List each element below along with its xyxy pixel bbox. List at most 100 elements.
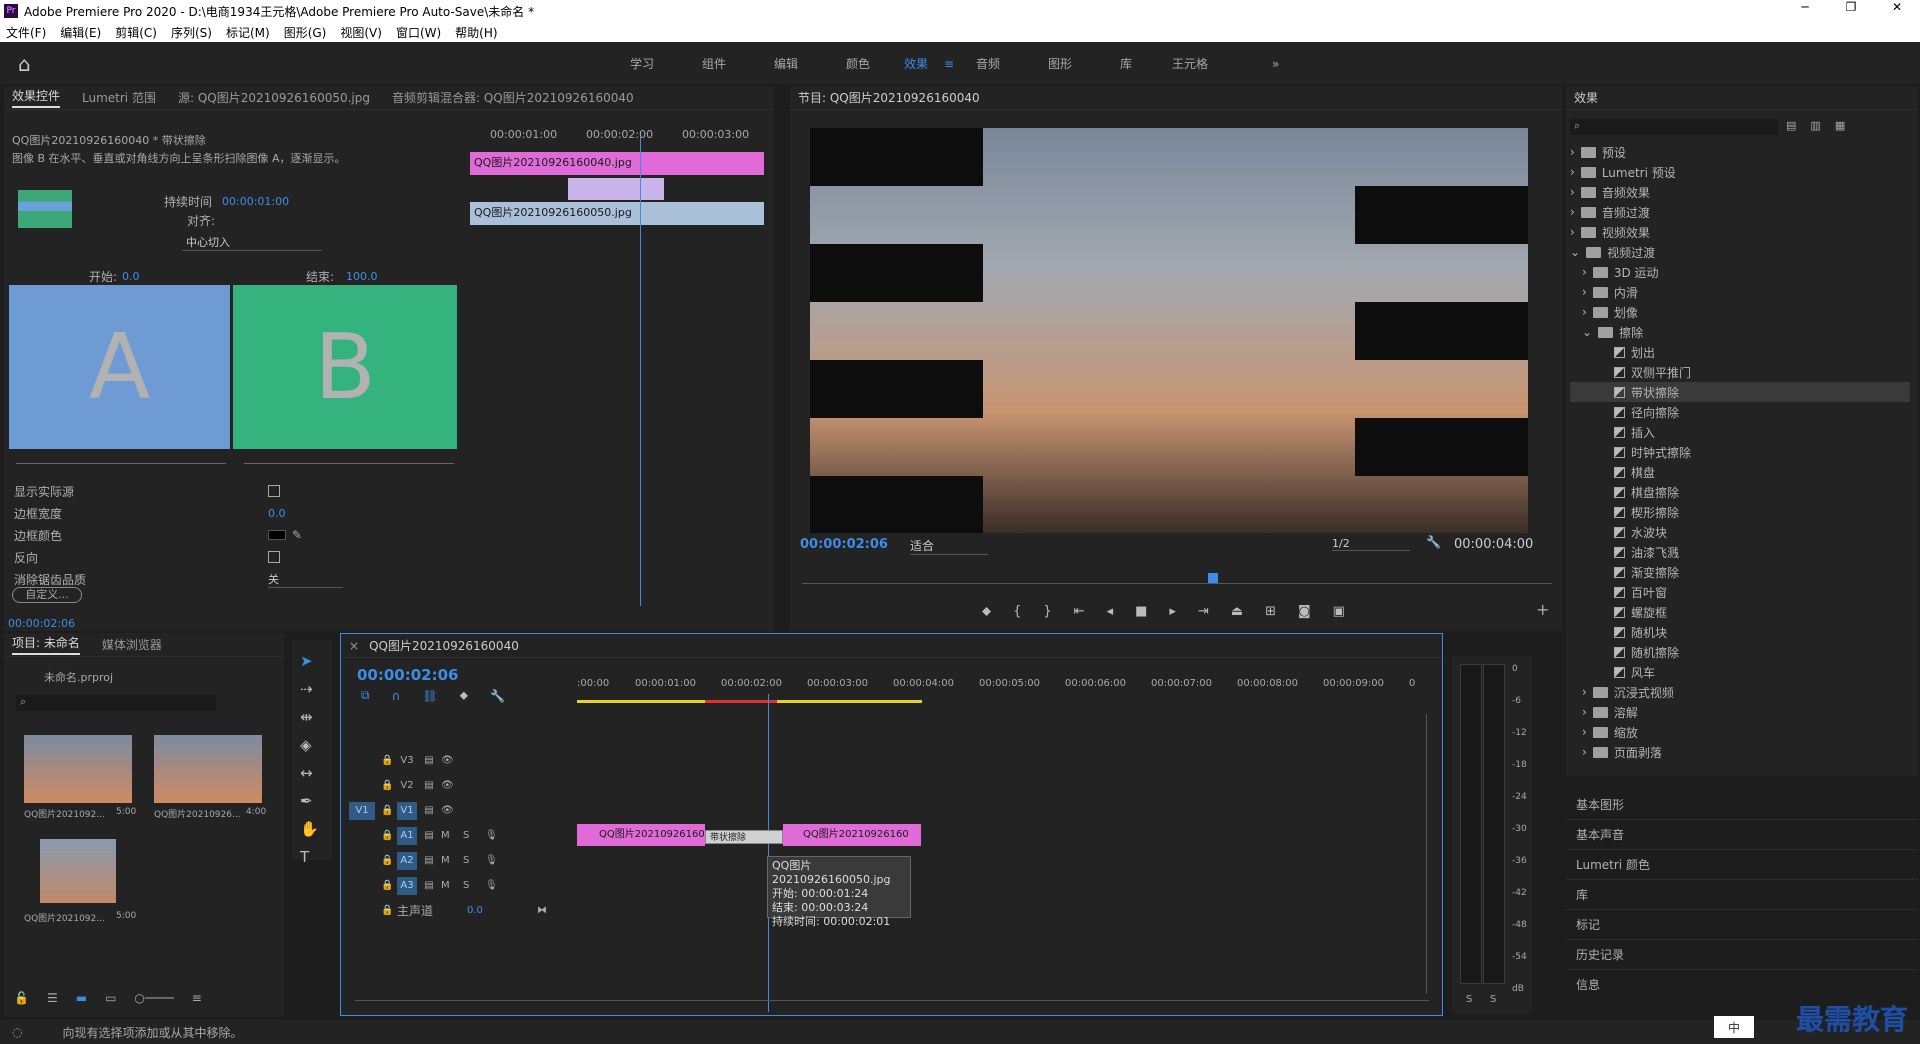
menu-window[interactable]: 窗口(W) xyxy=(396,24,441,41)
ws-graphics[interactable]: 图形 xyxy=(1048,55,1120,72)
wipe-item[interactable]: 油漆飞溅 xyxy=(1570,542,1910,562)
wipe-item[interactable]: 双侧平推门 xyxy=(1570,362,1910,382)
source-patch[interactable]: V1 xyxy=(349,801,375,820)
align-select[interactable]: 中心切入 xyxy=(182,234,322,251)
ws-effects-menu-icon[interactable]: ≡ xyxy=(944,57,976,71)
tree-wipe[interactable]: ⌄ 擦除 xyxy=(1570,322,1910,342)
mark-out-icon[interactable]: } xyxy=(1043,604,1051,619)
project-item[interactable] xyxy=(40,839,116,903)
wipe-item[interactable]: 水波块 xyxy=(1570,522,1910,542)
ec-clip-a[interactable]: QQ图片20210926160040.jpg xyxy=(470,152,764,175)
tree-video-transitions[interactable]: ⌄ 视频过渡 xyxy=(1570,242,1910,262)
track-label[interactable]: V3 xyxy=(397,752,417,770)
add-marker-icon[interactable]: ⬥ xyxy=(460,688,468,703)
ws-effects[interactable]: 效果 xyxy=(904,55,944,72)
ws-learn[interactable]: 学习 xyxy=(630,55,702,72)
wipe-item[interactable]: 百叶窗 xyxy=(1570,582,1910,602)
clip-v1-a[interactable]: QQ图片20210926160 xyxy=(577,824,705,846)
panel-history[interactable]: 历史记录 xyxy=(1566,940,1918,970)
timeline-playhead[interactable] xyxy=(768,694,769,1012)
track-label[interactable]: V1 xyxy=(397,801,417,820)
mic-icon[interactable]: 🎙 xyxy=(485,855,498,866)
tree-iris[interactable]: › 划像 xyxy=(1570,302,1910,322)
sync-icon[interactable]: ▤ xyxy=(417,780,441,791)
track-label[interactable]: A3 xyxy=(397,876,417,895)
tab-source[interactable]: 源: QQ图片20210926160050.jpg xyxy=(178,89,370,106)
mark-in-icon[interactable]: { xyxy=(1013,604,1021,619)
lock-icon[interactable]: 🔒 xyxy=(381,905,397,916)
menu-help[interactable]: 帮助(H) xyxy=(455,24,497,41)
menu-clip[interactable]: 剪辑(C) xyxy=(115,24,157,41)
lock-icon[interactable]: 🔒 xyxy=(381,855,397,866)
master-value[interactable]: 0.0 xyxy=(467,905,537,916)
tree-presets[interactable]: › 预设 xyxy=(1570,142,1910,162)
border-width-value[interactable]: 0.0 xyxy=(268,507,286,520)
type-tool-icon[interactable]: T xyxy=(300,848,319,866)
panel-lumetri-color[interactable]: Lumetri 颜色 xyxy=(1566,850,1918,880)
wipe-item[interactable]: 随机擦除 xyxy=(1570,642,1910,662)
tree-page-peel[interactable]: › 页面剥落 xyxy=(1570,742,1910,762)
button-editor-icon[interactable]: + xyxy=(1536,600,1549,619)
wipe-item-selected[interactable]: 带状擦除 xyxy=(1570,382,1910,402)
wipe-item[interactable]: 楔形擦除 xyxy=(1570,502,1910,522)
menu-edit[interactable]: 编辑(E) xyxy=(60,24,101,41)
pen-tool-icon[interactable]: ✒ xyxy=(300,792,319,810)
minimize-icon[interactable]: ─ xyxy=(1782,0,1828,14)
sync-icon[interactable]: ▤ xyxy=(417,805,441,816)
tab-effect-controls[interactable]: 效果控件 xyxy=(12,87,61,108)
panel-info[interactable]: 信息 xyxy=(1566,970,1918,1000)
freeform-view-icon[interactable]: ▭ xyxy=(105,991,116,1005)
wipe-item[interactable]: 时钟式擦除 xyxy=(1570,442,1910,462)
panel-markers[interactable]: 标记 xyxy=(1566,910,1918,940)
razor-tool-icon[interactable]: ◈ xyxy=(300,736,319,754)
tree-immersive[interactable]: › 沉浸式视频 xyxy=(1570,682,1910,702)
program-timecode[interactable]: 00:00:02:06 xyxy=(800,537,888,552)
close-sequence-icon[interactable]: × xyxy=(349,639,359,653)
tree-audio-transitions[interactable]: › 音频过渡 xyxy=(1570,202,1910,222)
32bit-effects-icon[interactable]: ▥ xyxy=(1810,119,1820,132)
start-slider[interactable] xyxy=(16,463,226,464)
sort-icon[interactable]: ≡ xyxy=(192,991,202,1005)
panel-essential-graphics[interactable]: 基本图形 xyxy=(1566,790,1918,820)
wipe-item[interactable]: 插入 xyxy=(1570,422,1910,442)
duration-value[interactable]: 00:00:01:00 xyxy=(222,195,289,208)
effects-search[interactable]: ⌕ xyxy=(1570,119,1778,135)
project-item[interactable] xyxy=(154,735,262,803)
sync-icon[interactable]: ▤ xyxy=(417,755,441,766)
ws-editing[interactable]: 编辑 xyxy=(774,55,846,72)
track-label[interactable]: A2 xyxy=(397,851,417,870)
solo-right-button[interactable]: S xyxy=(1490,994,1496,1005)
ec-clip-b[interactable]: QQ图片20210926160050.jpg xyxy=(470,202,764,225)
eye-icon[interactable]: 👁 xyxy=(441,780,454,791)
maximize-icon[interactable]: ❐ xyxy=(1828,0,1874,14)
menu-file[interactable]: 文件(F) xyxy=(6,24,46,41)
wipe-item[interactable]: 径向擦除 xyxy=(1570,402,1910,422)
tree-lumetri-presets[interactable]: › Lumetri 预设 xyxy=(1570,162,1910,182)
clip-v1-b[interactable]: QQ图片20210926160 xyxy=(783,824,921,846)
go-to-in-icon[interactable]: ⇤ xyxy=(1074,604,1085,619)
lock-icon[interactable]: 🔒 xyxy=(381,755,397,766)
zoom-slider[interactable]: ○──── xyxy=(134,991,173,1005)
wipe-item[interactable]: 渐变擦除 xyxy=(1570,562,1910,582)
border-color-swatch[interactable] xyxy=(268,530,286,540)
tab-media-browser[interactable]: 媒体浏览器 xyxy=(102,636,162,653)
ws-audio[interactable]: 音频 xyxy=(976,55,1048,72)
timeline-tab[interactable]: QQ图片20210926160040 xyxy=(369,637,519,654)
transition-on-timeline[interactable]: 带状擦除 xyxy=(705,830,783,844)
linked-selection-icon[interactable]: ⛓ xyxy=(422,689,437,703)
timeline-ruler[interactable]: :00:00 00:00:01:00 00:00:02:00 00:00:03:… xyxy=(577,674,1427,706)
tab-project[interactable]: 项目: 未命名 xyxy=(12,634,80,655)
fit-select[interactable]: 适合 xyxy=(910,537,988,555)
quality-select[interactable]: 1/2 xyxy=(1332,537,1410,551)
settings-wrench-icon[interactable]: 🔧 xyxy=(1426,535,1441,549)
menu-marker[interactable]: 标记(M) xyxy=(226,24,270,41)
lock-icon[interactable]: 🔒 xyxy=(381,830,397,841)
eye-icon[interactable]: 👁 xyxy=(441,805,454,816)
solo-icon[interactable]: S xyxy=(463,830,485,841)
track-label[interactable]: V2 xyxy=(397,777,417,795)
mute-icon[interactable]: M xyxy=(441,830,463,841)
lock-icon[interactable]: 🔒 xyxy=(381,780,397,791)
ws-custom[interactable]: 王元格 xyxy=(1172,55,1272,72)
tree-slide[interactable]: › 内滑 xyxy=(1570,282,1910,302)
lift-icon[interactable]: ⏏ xyxy=(1231,604,1243,619)
